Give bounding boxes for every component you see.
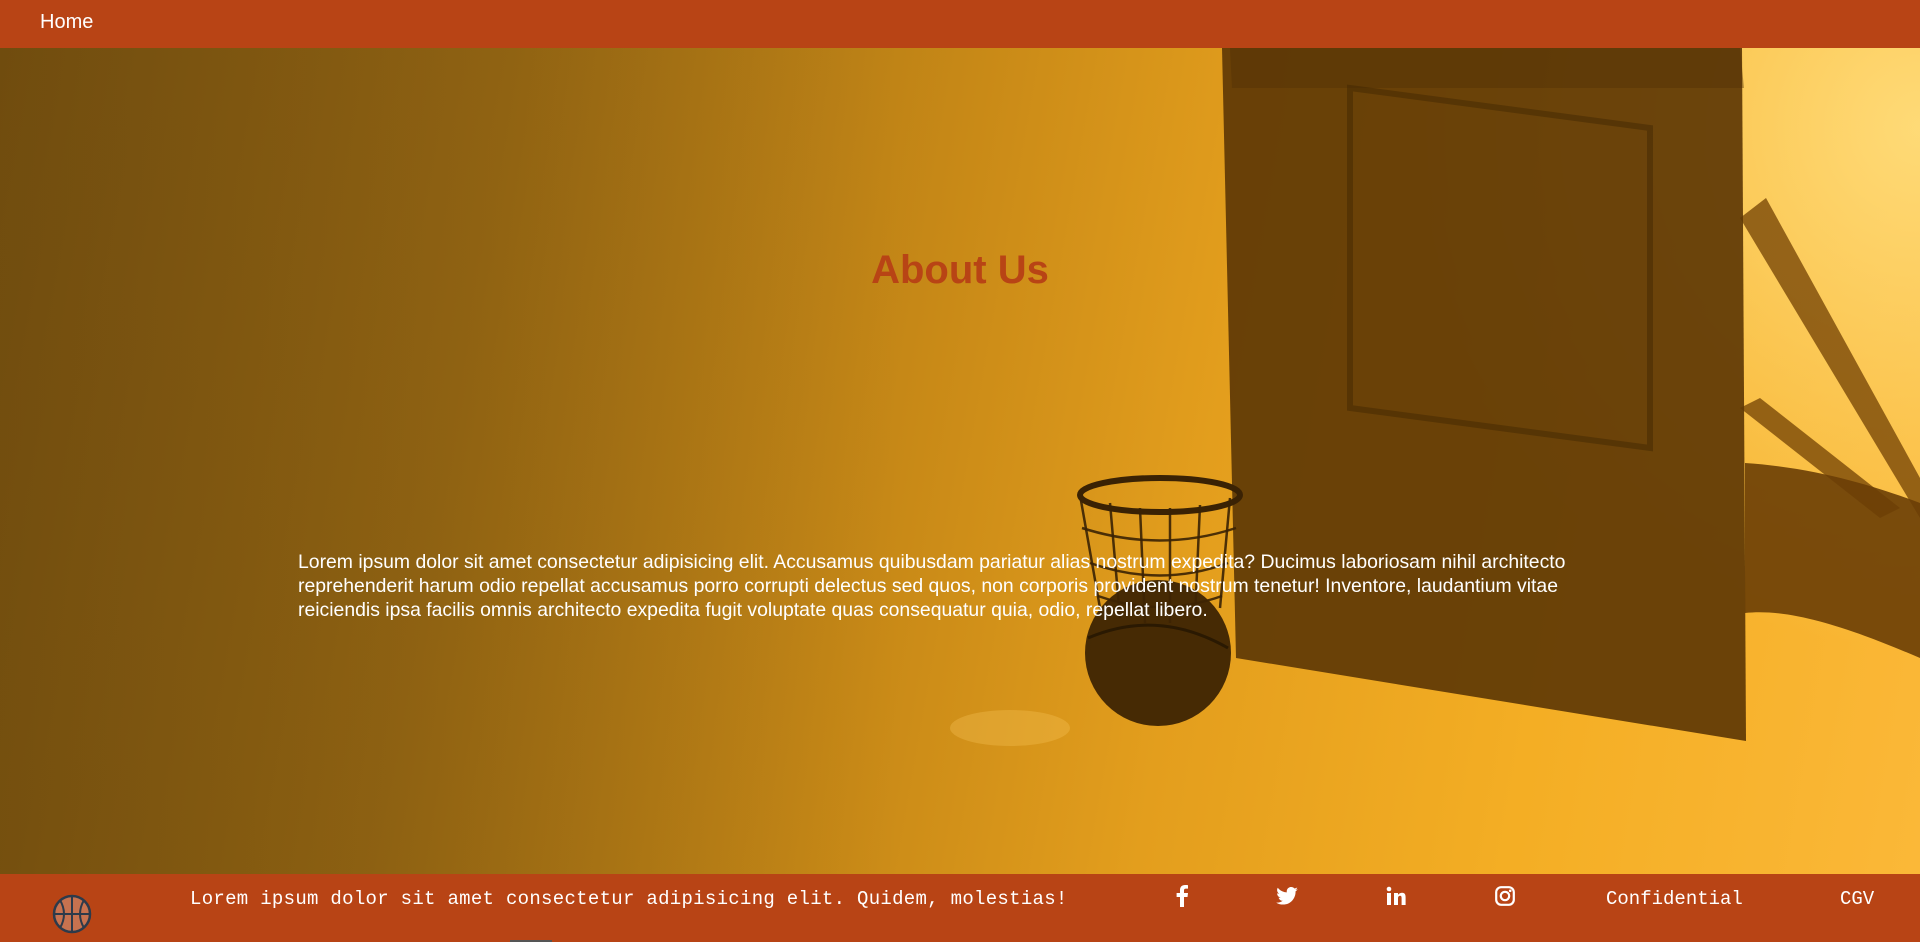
hero-section: About Us Lorem ipsum dolor sit amet cons…	[0, 48, 1920, 874]
page: Home About Us Lorem ipsum dolor sit amet…	[0, 0, 1920, 942]
twitter-icon[interactable]	[1275, 884, 1299, 908]
linkedin-icon[interactable]	[1384, 884, 1408, 908]
footer: Lorem ipsum dolor sit amet consectetur a…	[0, 874, 1920, 942]
about-paragraph: Lorem ipsum dolor sit amet consectetur a…	[298, 551, 1566, 621]
hero-background-image	[0, 48, 1920, 874]
facebook-icon[interactable]	[1170, 884, 1194, 908]
basketball-icon[interactable]	[52, 894, 92, 934]
page-title: About Us	[871, 248, 1049, 292]
instagram-icon[interactable]	[1493, 884, 1517, 908]
cgv-link[interactable]: CGV	[1840, 888, 1874, 910]
top-nav-bar: Home	[0, 0, 1920, 48]
confidential-link[interactable]: Confidential	[1606, 888, 1743, 910]
footer-tagline: Lorem ipsum dolor sit amet consectetur a…	[190, 888, 1068, 910]
nav-home-link[interactable]: Home	[40, 11, 93, 34]
